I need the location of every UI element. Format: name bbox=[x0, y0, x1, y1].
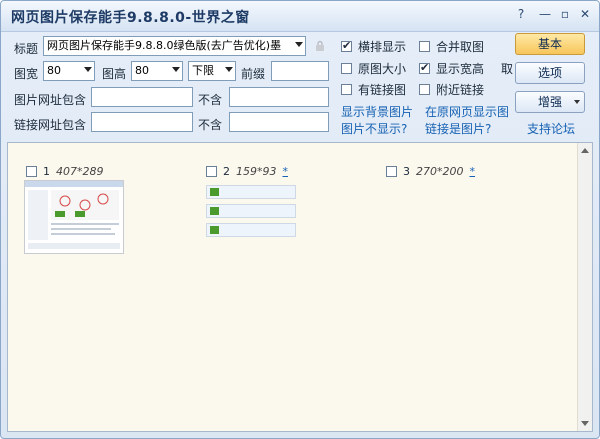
result-star[interactable]: * bbox=[470, 165, 476, 178]
limit-combo[interactable]: 下限 bbox=[188, 61, 236, 81]
green-icon bbox=[210, 188, 219, 196]
img-exclude-input[interactable] bbox=[229, 87, 329, 107]
checkbox[interactable] bbox=[341, 84, 352, 95]
checkbox[interactable] bbox=[26, 166, 37, 177]
support-forum-link[interactable]: 支持论坛 bbox=[527, 120, 575, 137]
option-original-size[interactable]: 原图大小 bbox=[341, 60, 406, 77]
basic-button[interactable]: 基本 bbox=[515, 33, 585, 55]
result-item-1[interactable]: 1 407*289 bbox=[26, 165, 110, 178]
link-url-label: 链接网址包含 bbox=[14, 118, 87, 132]
green-icon bbox=[210, 226, 219, 234]
scroll-up-icon[interactable] bbox=[581, 148, 589, 153]
scroll-down-icon[interactable] bbox=[581, 421, 589, 426]
restore-button[interactable]: ▫ bbox=[557, 7, 573, 21]
width-label: 图宽 bbox=[14, 67, 39, 81]
link-url-input[interactable] bbox=[91, 112, 193, 132]
result-item-3[interactable]: 3 270*200 * bbox=[386, 165, 475, 178]
enhance-button[interactable]: 增强 bbox=[515, 91, 585, 113]
lock-icon[interactable] bbox=[314, 40, 326, 52]
window-title: 网页图片保存能手9.8.8.0-世界之窗 bbox=[11, 10, 250, 26]
options-button[interactable]: 选项 bbox=[515, 62, 585, 84]
extra-glyph: 取 bbox=[501, 62, 514, 76]
height-label: 图高 bbox=[102, 67, 127, 81]
vertical-scrollbar[interactable] bbox=[577, 143, 592, 431]
limit-combo-value: 下限 bbox=[192, 64, 214, 77]
chevron-down-icon bbox=[574, 100, 580, 104]
option-label: 原图大小 bbox=[358, 62, 407, 76]
result-number: 2 bbox=[223, 165, 230, 178]
prefix-label: 前缀 bbox=[241, 67, 266, 81]
option-label: 显示宽高 bbox=[436, 62, 485, 76]
option-label: 合并取图 bbox=[436, 40, 485, 54]
title-bar: 网页图片保存能手9.8.8.0-世界之窗 ? — ▫ ✕ bbox=[1, 1, 599, 32]
title-combo-value: 网页图片保存能手9.8.8.0绿色版(去广告优化)墨 bbox=[47, 39, 282, 52]
page-screenshot-thumbnail bbox=[25, 181, 123, 249]
green-icon bbox=[210, 207, 219, 215]
enhance-label: 增强 bbox=[537, 95, 562, 109]
option-label: 附近链接 bbox=[436, 83, 485, 97]
thumbnail-2-strip[interactable] bbox=[206, 204, 296, 218]
checkbox[interactable] bbox=[419, 61, 430, 74]
option-label: 有链接图 bbox=[358, 83, 407, 97]
result-number: 3 bbox=[403, 165, 410, 178]
img-url-label: 图片网址包含 bbox=[14, 93, 87, 107]
title-label: 标题 bbox=[14, 42, 39, 56]
help-button[interactable]: ? bbox=[513, 7, 529, 21]
bg-image-link[interactable]: 显示背景图片 bbox=[341, 103, 413, 120]
width-combo-value: 80 bbox=[47, 64, 61, 77]
chevron-down-icon bbox=[295, 42, 303, 47]
img-url-input[interactable] bbox=[91, 87, 193, 107]
result-dimensions: 159*93 bbox=[236, 165, 277, 178]
image-results-panel: 1 407*289 2 159*93 * 3 270*200 * bbox=[7, 142, 593, 432]
result-item-2[interactable]: 2 159*93 * bbox=[206, 165, 288, 178]
height-combo[interactable]: 80 bbox=[131, 61, 183, 81]
height-combo-value: 80 bbox=[135, 64, 149, 77]
img-exclude-label: 不含 bbox=[198, 93, 223, 107]
result-dimensions: 407*289 bbox=[56, 165, 104, 178]
minimize-button[interactable]: — bbox=[537, 7, 553, 21]
prefix-input[interactable] bbox=[271, 61, 329, 81]
link-is-image-link[interactable]: 链接是图片? bbox=[425, 120, 491, 137]
chevron-down-icon bbox=[84, 67, 92, 72]
result-number: 1 bbox=[43, 165, 50, 178]
chevron-down-icon bbox=[172, 67, 180, 72]
option-show-dimensions[interactable]: 显示宽高 bbox=[419, 60, 484, 77]
option-horizontal[interactable]: 横排显示 bbox=[341, 38, 406, 55]
result-dimensions: 270*200 bbox=[416, 165, 464, 178]
option-linked-images[interactable]: 有链接图 bbox=[341, 81, 406, 98]
link-exclude-label: 不含 bbox=[198, 118, 223, 132]
option-nearby-links[interactable]: 附近链接 bbox=[419, 81, 484, 98]
thumbnail-2-strip[interactable] bbox=[206, 185, 296, 199]
result-star[interactable]: * bbox=[283, 165, 289, 178]
img-not-shown-link[interactable]: 图片不显示? bbox=[341, 120, 407, 137]
thumbnail-1[interactable] bbox=[24, 180, 124, 254]
checkbox[interactable] bbox=[419, 84, 430, 95]
checkbox[interactable] bbox=[206, 166, 217, 177]
link-exclude-input[interactable] bbox=[229, 112, 329, 132]
option-label: 横排显示 bbox=[358, 40, 407, 54]
checkbox[interactable] bbox=[341, 63, 352, 74]
checkbox[interactable] bbox=[341, 39, 352, 52]
main-window: 网页图片保存能手9.8.8.0-世界之窗 ? — ▫ ✕ 标题 网页图片保存能手… bbox=[0, 0, 600, 439]
close-button[interactable]: ✕ bbox=[577, 7, 593, 21]
thumbnail-2-strip[interactable] bbox=[206, 223, 296, 237]
title-combo[interactable]: 网页图片保存能手9.8.8.0绿色版(去广告优化)墨 bbox=[43, 36, 306, 56]
show-original-link[interactable]: 在原网页显示图 bbox=[425, 103, 509, 120]
checkbox[interactable] bbox=[386, 166, 397, 177]
option-merge[interactable]: 合并取图 bbox=[419, 38, 484, 55]
checkbox[interactable] bbox=[419, 41, 430, 52]
width-combo[interactable]: 80 bbox=[43, 61, 95, 81]
chevron-down-icon bbox=[225, 67, 233, 72]
